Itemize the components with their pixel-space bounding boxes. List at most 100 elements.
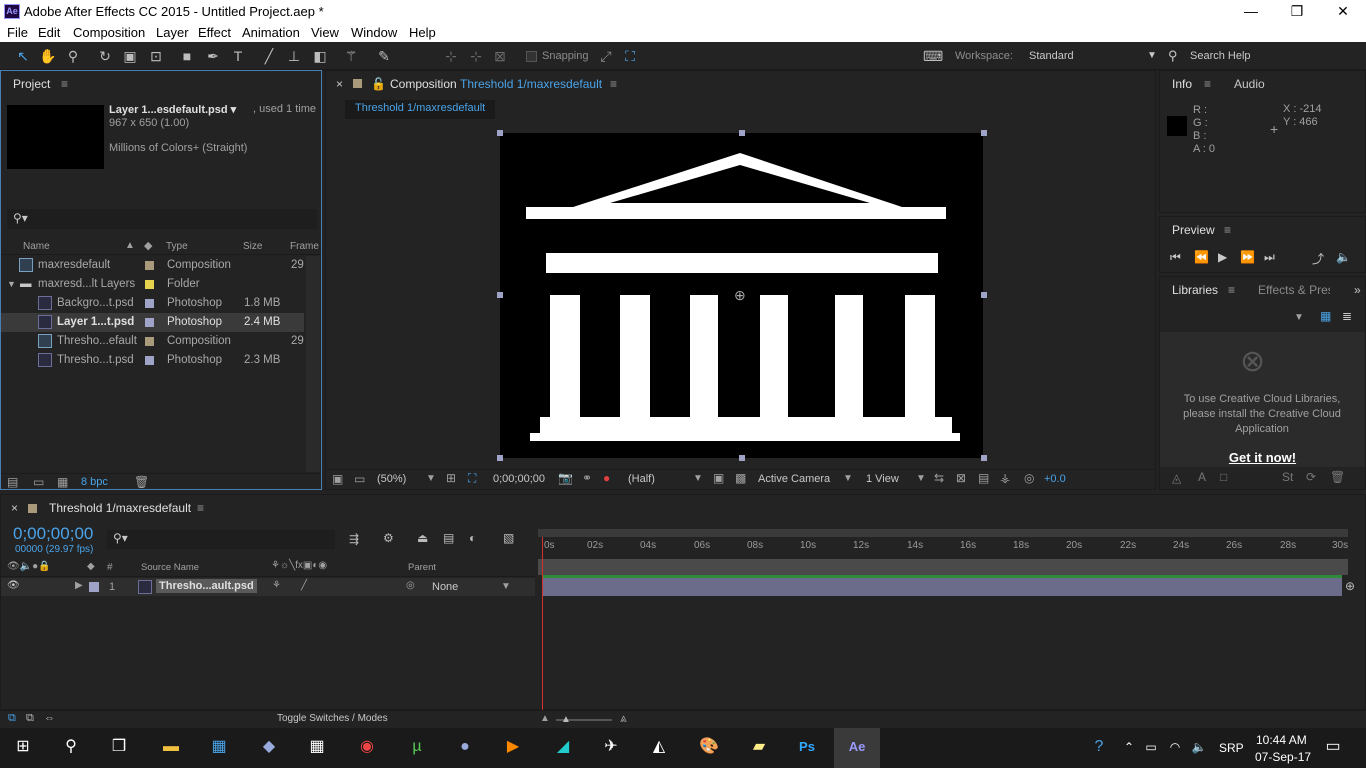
libraries-menu-icon[interactable]: ≡ xyxy=(1228,277,1235,303)
quality-switch-icon[interactable]: ╱ xyxy=(301,580,307,591)
project-search-input[interactable]: ⚲▾ xyxy=(7,209,317,229)
search-icon[interactable]: ⚲ xyxy=(56,732,86,762)
interpret-footage-icon[interactable]: ▤ xyxy=(7,475,18,489)
project-item[interactable]: maxresdefault Composition 29 xyxy=(1,256,304,275)
clone-stamp-tool-icon[interactable]: ⊥ xyxy=(285,47,303,65)
obs-icon[interactable]: ● xyxy=(450,732,480,762)
bounding-handle[interactable] xyxy=(739,455,745,461)
world-axis-icon[interactable]: ⊹ xyxy=(467,47,485,65)
monitor-icon[interactable]: ▭ xyxy=(354,472,365,486)
composition-tab-prefix[interactable]: Composition xyxy=(390,71,457,97)
photoshop-icon[interactable]: Ps xyxy=(792,732,822,762)
col-name[interactable]: Name xyxy=(23,241,50,252)
toggle-pixel-aspect-icon[interactable]: ⇆ xyxy=(934,471,944,485)
new-folder-icon[interactable]: ▭ xyxy=(33,475,44,489)
volume-icon[interactable]: 🔈 xyxy=(1184,732,1214,762)
project-item[interactable]: Backgro...t.psd Photoshop 1.8 MB xyxy=(1,294,304,313)
layer-name[interactable]: Thresho...ault.psd xyxy=(156,579,257,593)
loop-icon[interactable]: ⤴ xyxy=(1312,250,1324,267)
bounding-handle[interactable] xyxy=(497,292,503,298)
new-composition-icon[interactable]: ▦ xyxy=(57,475,68,489)
selected-item-name[interactable]: Layer 1...esdefault.psd ▾ xyxy=(109,103,236,116)
snap-options-icon[interactable]: ⤢ xyxy=(597,47,615,65)
menu-layer[interactable]: Layer xyxy=(156,25,189,40)
add-text-icon[interactable]: A xyxy=(1198,470,1206,484)
view-layout-select[interactable]: 1 View xyxy=(866,473,899,485)
video-visibility-icon[interactable]: 👁 xyxy=(7,580,20,591)
composition-menu-icon[interactable]: ≡ xyxy=(610,71,617,97)
view-axis-icon[interactable]: ⊠ xyxy=(491,47,509,65)
bounding-handle[interactable] xyxy=(981,292,987,298)
minimize-button[interactable]: — xyxy=(1228,0,1274,23)
camera-dropdown-icon[interactable]: ▼ xyxy=(843,473,853,484)
file-explorer-icon[interactable]: ▬ xyxy=(156,732,186,762)
windows-start-icon[interactable]: ⊞ xyxy=(8,732,38,762)
rotate-tool-icon[interactable]: ↻ xyxy=(96,47,114,65)
close-button[interactable]: ✕ xyxy=(1320,0,1366,23)
channels-icon[interactable]: ● xyxy=(603,471,610,485)
local-axis-icon[interactable]: ⊹ xyxy=(442,47,460,65)
bit-depth-button[interactable]: 8 bpc xyxy=(81,476,108,488)
composition-tab-name[interactable]: Threshold 1/maxresdefault xyxy=(460,71,602,97)
parent-select[interactable]: None xyxy=(432,581,458,593)
in-out-icon[interactable]: ⇔ xyxy=(44,712,55,724)
clock-date[interactable]: 07-Sep-17 xyxy=(1255,750,1311,764)
label-swatch[interactable] xyxy=(145,280,154,289)
chrome-icon[interactable]: ◉ xyxy=(352,732,382,762)
project-item[interactable]: ▼ ▬ maxresd...lt Layers Folder xyxy=(1,275,304,294)
source-name-column[interactable]: Source Name xyxy=(141,562,199,573)
menu-file[interactable]: File xyxy=(7,25,28,40)
next-frame-icon[interactable]: ⏩ xyxy=(1240,250,1255,264)
pen-tool-icon[interactable]: ✒ xyxy=(204,47,222,65)
help-icon[interactable]: ? xyxy=(1084,732,1114,762)
zoom-slider-thumb[interactable]: ▲ xyxy=(561,714,571,725)
menu-animation[interactable]: Animation xyxy=(242,25,300,40)
mute-audio-icon[interactable]: 🔈 xyxy=(1336,250,1351,264)
stock-icon[interactable]: St xyxy=(1282,470,1293,484)
eraser-tool-icon[interactable]: ◧ xyxy=(311,47,329,65)
bounding-handle[interactable] xyxy=(981,130,987,136)
info-tab[interactable]: Info xyxy=(1172,71,1192,97)
current-time-indicator[interactable] xyxy=(542,537,543,711)
list-view-icon[interactable]: ≣ xyxy=(1342,309,1352,323)
snapshot-icon[interactable]: 📷 xyxy=(558,471,573,485)
lock-icon[interactable]: 🔓 xyxy=(371,71,386,97)
label-swatch[interactable] xyxy=(145,337,154,346)
get-it-now-link[interactable]: Get it now! xyxy=(1160,450,1365,465)
menu-edit[interactable]: Edit xyxy=(38,25,60,40)
timeline-timecode[interactable]: 0;00;00;00 xyxy=(13,524,93,544)
camera-select[interactable]: Active Camera xyxy=(758,473,830,485)
add-graphic-icon[interactable]: ◬ xyxy=(1172,471,1181,485)
transparency-grid-icon[interactable]: ▩ xyxy=(735,471,746,485)
zoom-out-icon[interactable]: ▲ xyxy=(540,713,550,724)
comp-mini-flowchart-icon[interactable]: ⇶ xyxy=(349,532,359,546)
exposure-value[interactable]: +0.0 xyxy=(1044,473,1066,485)
draft-3d-icon[interactable]: ⊠ xyxy=(956,471,966,485)
media-player-icon[interactable]: ▶ xyxy=(498,732,528,762)
notifications-icon[interactable]: ▭ xyxy=(1318,732,1348,762)
more-panels-icon[interactable]: » xyxy=(1354,277,1361,303)
menu-help[interactable]: Help xyxy=(409,25,436,40)
label-swatch[interactable] xyxy=(145,261,154,270)
trash-icon[interactable]: 🗑 xyxy=(134,475,149,489)
col-frame[interactable]: Frame xyxy=(290,241,319,252)
close-tab-icon[interactable]: × xyxy=(11,495,18,521)
hand-tool-icon[interactable]: ✋ xyxy=(39,47,57,65)
sort-ascending-icon[interactable]: ▲ xyxy=(125,240,135,251)
switches-icons[interactable]: ⚘☼╲fx▣◐◉ xyxy=(271,560,327,571)
reset-exposure-icon[interactable]: ◎ xyxy=(1024,471,1034,485)
label-swatch[interactable] xyxy=(89,582,99,592)
layer-duration-bar[interactable] xyxy=(542,578,1342,596)
delete-icon[interactable]: 🗑 xyxy=(1330,470,1345,484)
toggle-switches-button[interactable]: Toggle Switches / Modes xyxy=(277,713,388,724)
timeline-tab[interactable]: Threshold 1/maxresdefault xyxy=(49,495,191,521)
preview-tab[interactable]: Preview xyxy=(1172,217,1215,243)
views-dropdown-icon[interactable]: ▼ xyxy=(916,473,926,484)
shy-layers-icon[interactable]: ⏏ xyxy=(417,531,428,545)
zoom-dropdown-icon[interactable]: ▼ xyxy=(426,473,436,484)
zoom-in-icon[interactable]: ⩓ xyxy=(620,711,627,726)
safe-zones-icon[interactable]: ⊞ xyxy=(446,471,456,485)
timeline-icon[interactable]: ▤ xyxy=(978,471,989,485)
snapping-checkbox[interactable] xyxy=(526,51,537,62)
search-help-input[interactable]: Search Help xyxy=(1190,50,1251,62)
